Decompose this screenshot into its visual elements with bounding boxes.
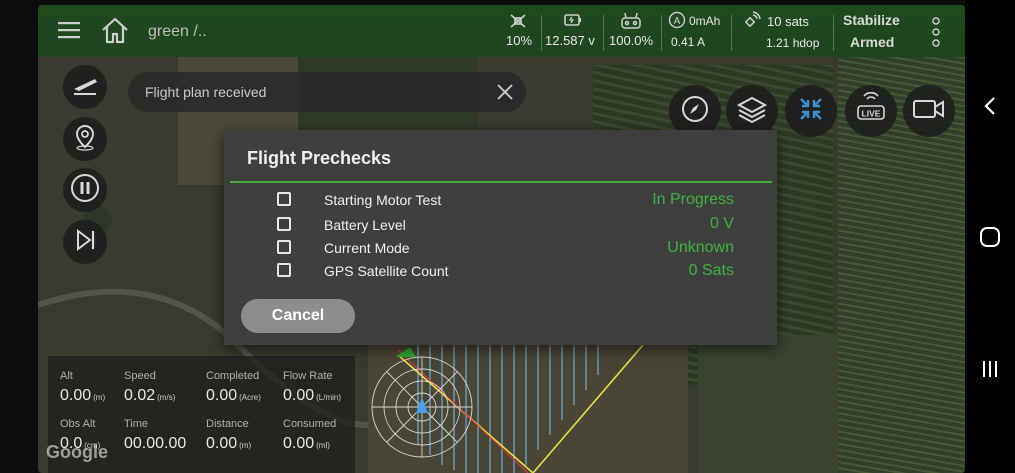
throttle-value: 10% [506, 33, 533, 48]
satellite-icon [741, 11, 761, 36]
distance-unit: (m) [239, 441, 252, 450]
consumed-number: 0.00 [283, 435, 315, 452]
speed-number: 0.02 [124, 387, 156, 404]
ampere-icon: A [668, 11, 686, 34]
distance-number: 0.00 [206, 435, 238, 452]
collapse-icon [796, 94, 826, 129]
current-mode-status: Unknown [667, 239, 734, 256]
completed-number: 0.00 [206, 387, 238, 404]
voltage-value: 12.587 v [545, 33, 595, 48]
collapse-button[interactable] [785, 85, 837, 137]
back-icon[interactable] [965, 86, 1015, 126]
battery-level-checkbox[interactable] [277, 217, 291, 231]
completed-value: 0.00 (Acre) [206, 387, 261, 405]
divider [833, 15, 834, 51]
home-icon[interactable] [100, 15, 130, 50]
consumed-unit: (ml) [316, 441, 330, 450]
close-icon[interactable] [494, 81, 516, 103]
motor-test-label: Starting Motor Test [324, 192, 442, 208]
flow-rate-label: Flow Rate [283, 370, 333, 382]
menu-icon[interactable] [58, 21, 80, 44]
flow-rate-unit: (L/min) [316, 393, 342, 402]
current-mode-checkbox[interactable] [277, 240, 291, 254]
circle-home-icon[interactable] [965, 217, 1015, 257]
svg-text:LIVE: LIVE [862, 108, 881, 118]
alt-unit: (m) [93, 393, 106, 402]
dialog-title: Flight Prechecks [247, 148, 392, 168]
system-navigation-bar [965, 0, 1015, 473]
notification-text: Flight plan received [145, 84, 267, 100]
dialog-divider [230, 181, 772, 183]
satellite-count: 10 sats [767, 14, 809, 29]
motor-test-status: In Progress [652, 191, 734, 208]
gps-count-status: 0 Sats [688, 262, 734, 279]
completed-label: Completed [206, 370, 260, 382]
location-button[interactable] [63, 117, 107, 161]
alt-value: 0.00 (m) [60, 387, 105, 405]
battery-icon [563, 11, 583, 34]
camera-button[interactable] [903, 85, 955, 137]
divider [603, 15, 604, 51]
alt-label: Alt [60, 370, 73, 382]
top-status-bar: green /.. 10% 12.587 v 100.0% A 0mAh 0.4… [38, 5, 965, 57]
takeoff-icon [71, 73, 99, 102]
more-vertical-icon[interactable] [931, 16, 941, 53]
pause-icon [70, 173, 100, 208]
distance-label: Distance [206, 418, 249, 430]
completed-unit: (Acre) [239, 393, 261, 402]
time-label: Time [124, 418, 149, 430]
video-camera-icon [912, 97, 946, 126]
consumed-value: 0.00 (ml) [283, 435, 330, 453]
distance-value: 0.00 (m) [206, 435, 251, 453]
divider [731, 15, 732, 51]
recents-icon[interactable] [965, 349, 1015, 389]
battery-level-status: 0 V [709, 215, 734, 232]
motor-test-checkbox[interactable] [277, 192, 291, 206]
cancel-button[interactable]: Cancel [241, 299, 355, 333]
hdop-value: 1.21 hdop [766, 36, 820, 50]
layers-icon [736, 94, 768, 129]
pause-button[interactable] [63, 168, 107, 212]
rc-signal-value: 100.0% [609, 33, 654, 48]
divider [661, 15, 662, 51]
battery-level-label: Battery Level [324, 217, 406, 233]
notification-banner: Flight plan received [128, 72, 526, 112]
breadcrumb[interactable]: green /.. [148, 23, 207, 41]
takeoff-button[interactable] [63, 65, 107, 109]
flow-rate-number: 0.00 [283, 387, 315, 404]
flight-prechecks-dialog: Flight Prechecks Starting Motor Test In … [224, 130, 777, 345]
svg-text:A: A [674, 16, 681, 27]
live-icon: LIVE [854, 91, 888, 131]
capacity-value: 0mAh [689, 14, 721, 28]
gps-count-checkbox[interactable] [277, 263, 291, 277]
flow-rate-value: 0.00 (L/min) [283, 387, 341, 405]
flight-mode[interactable]: Stabilize [843, 12, 900, 28]
resume-button[interactable] [63, 220, 107, 264]
skip-play-icon [72, 227, 98, 258]
time-value: 00.00.00 [124, 435, 187, 452]
location-pin-icon [73, 123, 97, 156]
speed-label: Speed [124, 370, 156, 382]
speed-value: 0.02 (m/s) [124, 387, 175, 405]
map-attribution: Google [46, 442, 108, 462]
live-button[interactable]: LIVE [845, 85, 897, 137]
divider [541, 15, 542, 51]
current-value: 0.41 A [671, 35, 706, 49]
consumed-label: Consumed [283, 418, 337, 430]
gps-count-label: GPS Satellite Count [324, 263, 449, 279]
app-screen: green /.. 10% 12.587 v 100.0% A 0mAh 0.4… [38, 5, 965, 473]
alt-number: 0.00 [60, 387, 92, 404]
compass-icon [680, 94, 710, 129]
arm-state[interactable]: Armed [850, 34, 894, 50]
obs-alt-label: Obs Alt [60, 418, 96, 430]
speed-unit: (m/s) [157, 393, 176, 402]
current-mode-label: Current Mode [324, 240, 410, 256]
